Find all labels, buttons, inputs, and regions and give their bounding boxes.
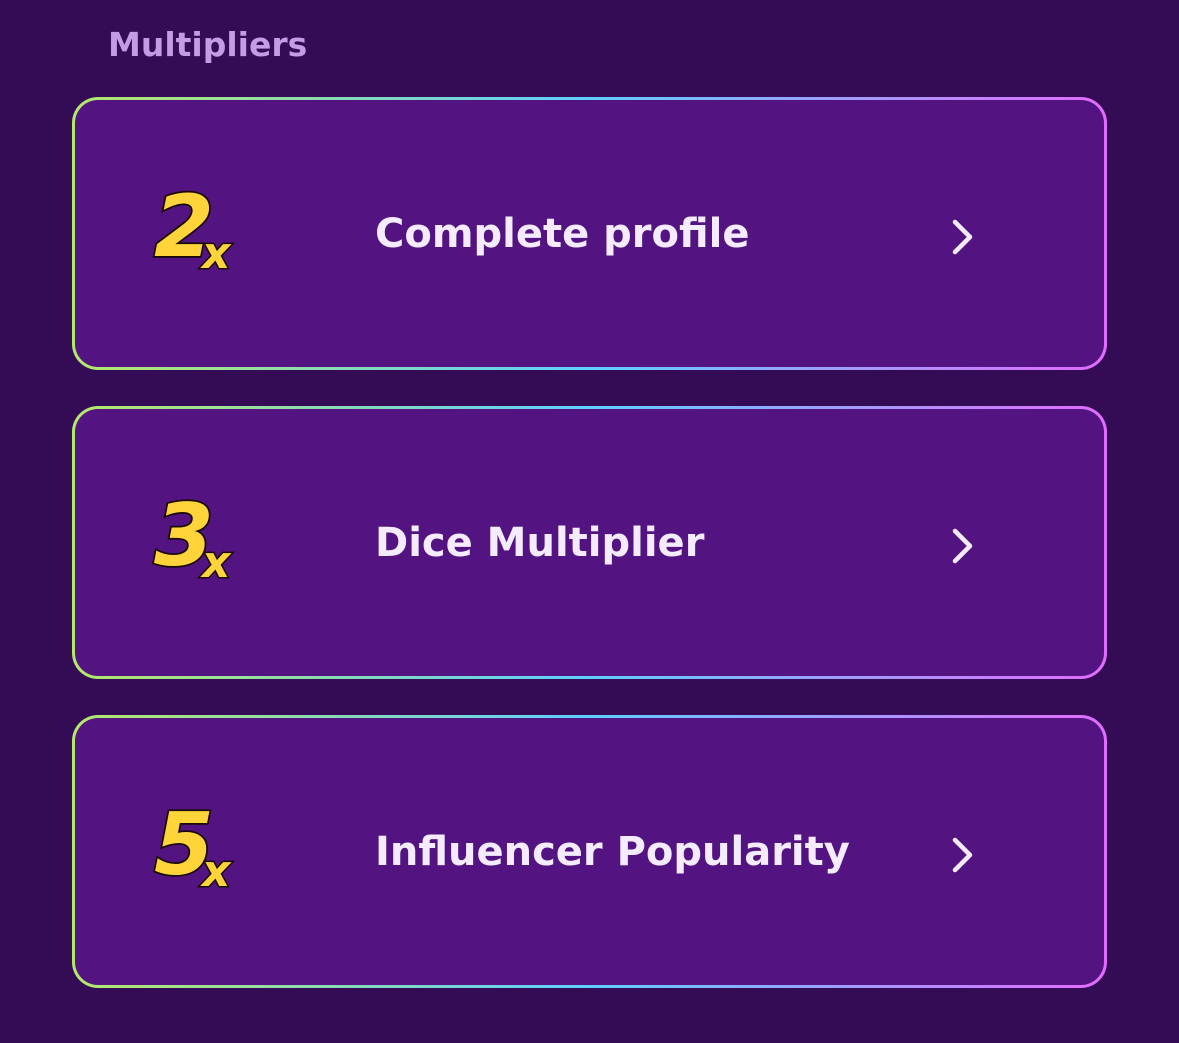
multiplier-label: Complete profile bbox=[375, 210, 750, 257]
multiplier-card-complete-profile[interactable]: 2 x Complete profile bbox=[72, 97, 1107, 370]
multiplier-suffix: x bbox=[200, 846, 232, 897]
multiplier-suffix: x bbox=[200, 537, 232, 588]
chevron-right-icon[interactable] bbox=[943, 218, 983, 258]
multiplier-label: Influencer Popularity bbox=[375, 828, 850, 875]
multiplier-card-influencer-popularity[interactable]: 5 x Influencer Popularity bbox=[72, 715, 1107, 988]
multiplier-label: Dice Multiplier bbox=[375, 519, 705, 566]
multiplier-badge: 5 x bbox=[152, 793, 233, 898]
multiplier-badge: 3 x bbox=[152, 484, 233, 589]
multiplier-card-dice-multiplier[interactable]: 3 x Dice Multiplier bbox=[72, 406, 1107, 679]
section-title: Multipliers bbox=[108, 25, 308, 64]
multiplier-badge: 2 x bbox=[152, 175, 233, 280]
multiplier-suffix: x bbox=[200, 228, 232, 279]
chevron-right-icon[interactable] bbox=[943, 527, 983, 567]
chevron-right-icon[interactable] bbox=[943, 836, 983, 876]
